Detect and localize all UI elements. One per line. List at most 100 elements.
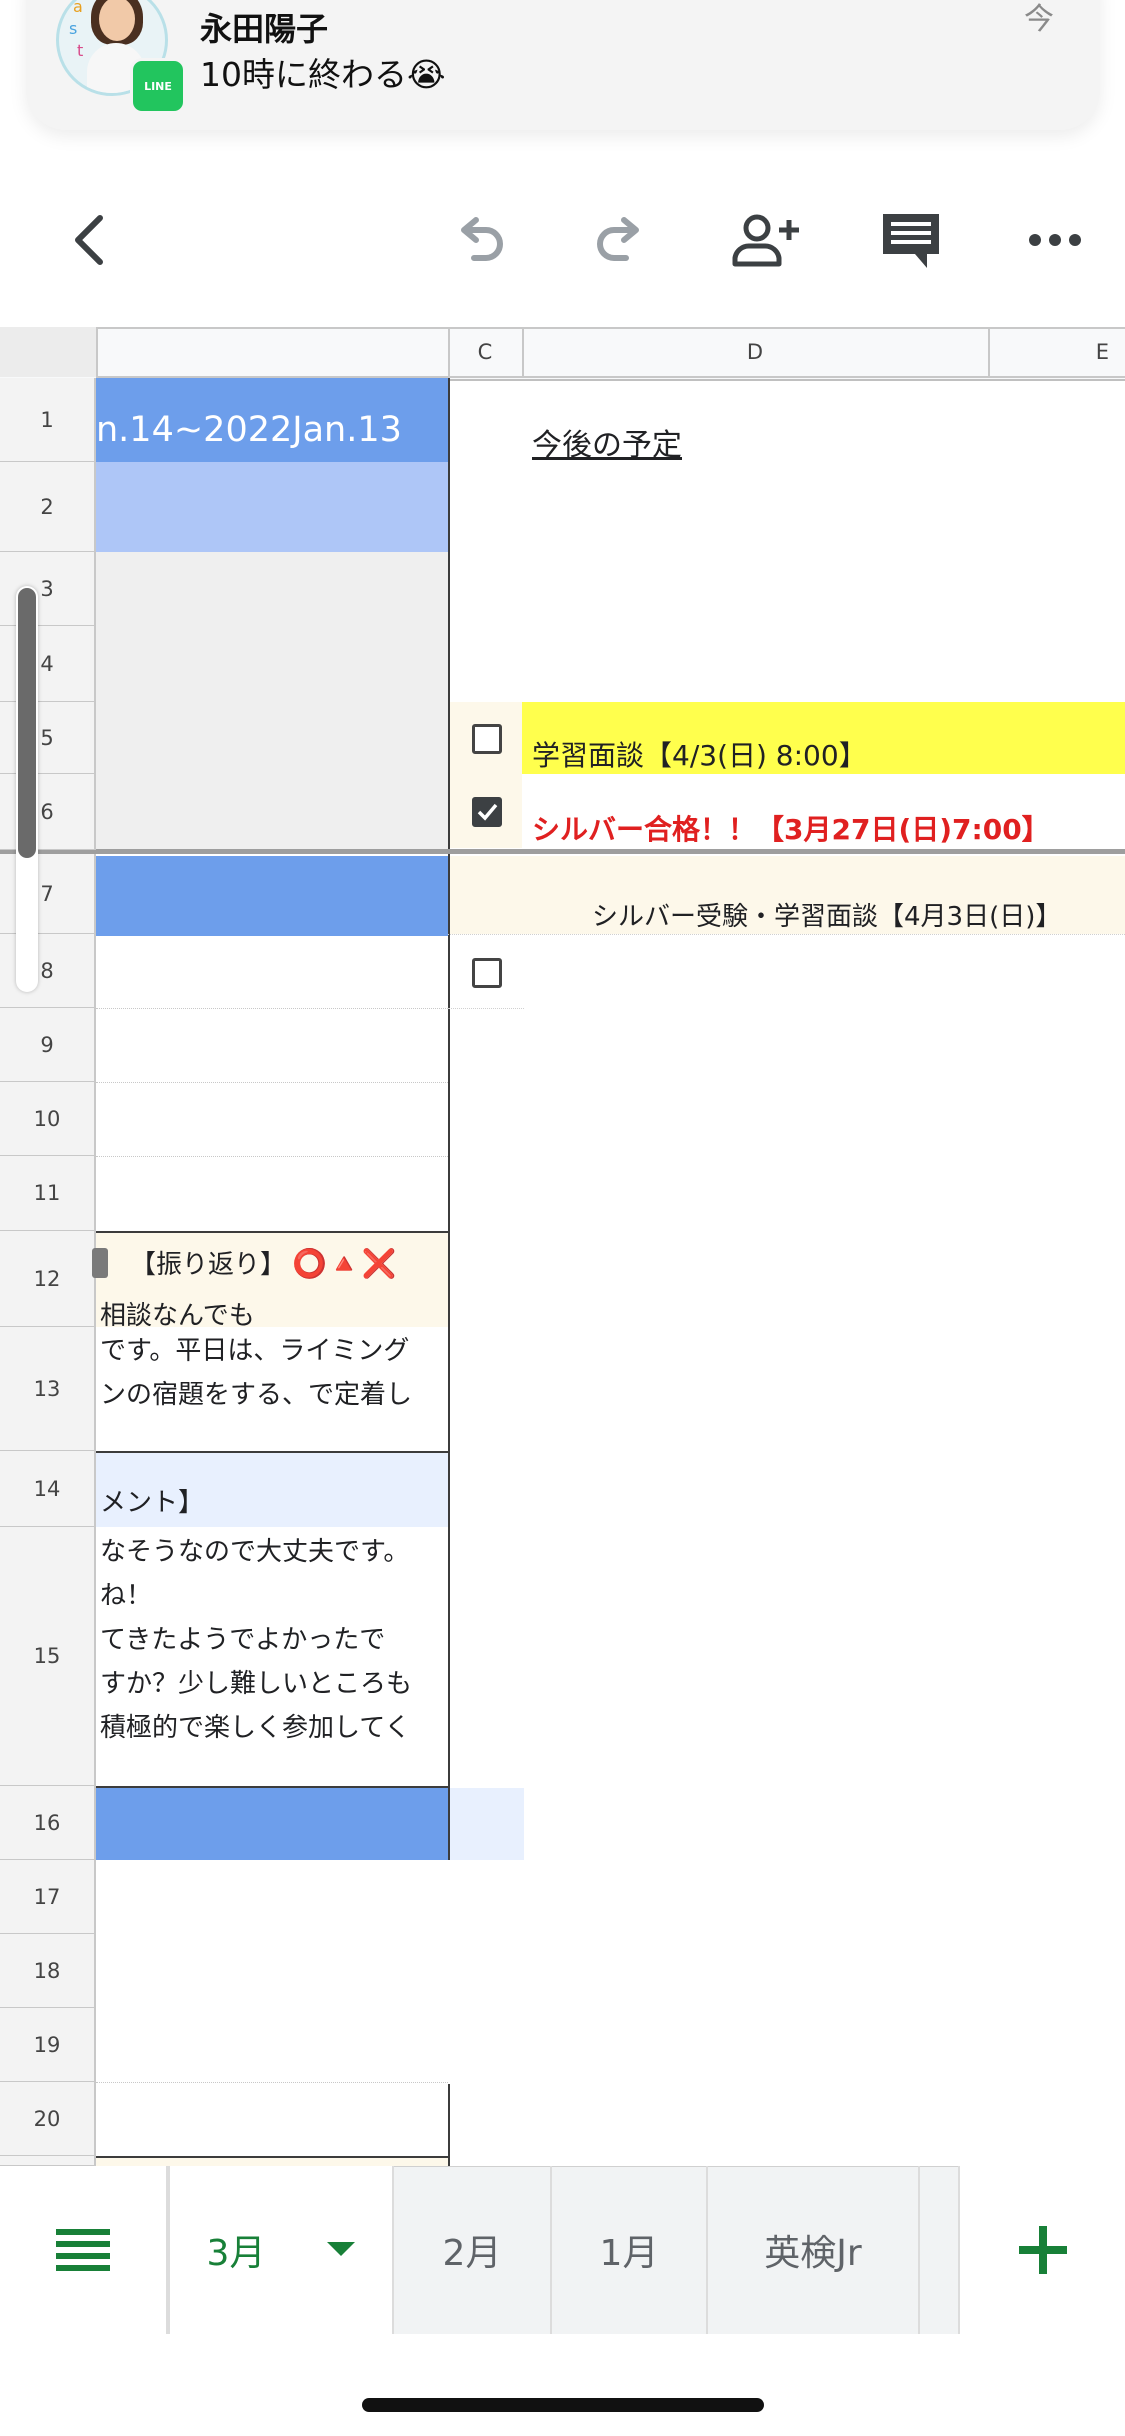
plus-icon xyxy=(1018,2226,1067,2274)
share-button[interactable] xyxy=(722,200,812,280)
notification-sender: 永田陽子 xyxy=(200,10,329,48)
cell-b15-line: すか？少し難しいところも xyxy=(100,1669,413,1699)
grid-line xyxy=(96,1082,448,1083)
sheet-tab-label: 3月 xyxy=(206,2233,266,2274)
cell-b3-b6-bg xyxy=(96,552,448,850)
cell-d5[interactable]: 学習面談【4/3(日) 8:00】 xyxy=(532,734,867,774)
cell-c16-bg xyxy=(448,1788,524,1860)
notification-banner[interactable] xyxy=(26,0,1100,130)
grid-line xyxy=(96,2082,448,2083)
grid-line xyxy=(448,1008,524,1009)
grid-border xyxy=(96,1451,448,1453)
grid-border xyxy=(96,2156,448,2158)
cell-b1[interactable]: n.14~2022Jan.13 xyxy=(96,410,448,456)
comment-icon xyxy=(883,214,939,268)
select-all-corner[interactable] xyxy=(0,327,98,377)
grid-border xyxy=(96,1786,448,1788)
cell-b12-line2[interactable]: 相談なんでも xyxy=(96,1295,448,1329)
row-number[interactable]: 5 xyxy=(0,702,96,774)
all-sheets-button[interactable] xyxy=(0,2166,168,2334)
grid-line xyxy=(96,1156,448,1157)
line-app-badge: LINE xyxy=(130,58,186,114)
home-indicator-area xyxy=(0,2334,1125,2436)
chevron-left-icon xyxy=(75,215,103,265)
cell-b16-bg xyxy=(96,1788,448,1860)
grid-line xyxy=(96,1008,448,1009)
back-button[interactable] xyxy=(50,200,130,280)
undo-button[interactable] xyxy=(440,200,520,280)
row-number[interactable]: 15 xyxy=(0,1527,96,1786)
row-number[interactable]: 3 xyxy=(0,552,96,626)
row-number[interactable]: 16 xyxy=(0,1786,96,1860)
checkbox-c8[interactable] xyxy=(472,958,502,988)
column-header-c[interactable]: C xyxy=(448,327,524,377)
redo-icon xyxy=(597,217,639,261)
cell-b14[interactable]: メント】 xyxy=(96,1482,448,1518)
cell-b13-line2[interactable]: ンの宿題をする、で定着し xyxy=(96,1374,448,1410)
notification-message: 10時に終わる😭 xyxy=(200,55,446,94)
caret-down-icon[interactable] xyxy=(327,2242,356,2258)
cell-b12-marks: ⭕🔺❌ xyxy=(292,1247,397,1280)
row-number[interactable]: 12 xyxy=(0,1231,96,1327)
row-number[interactable]: 2 xyxy=(0,462,96,552)
row-number[interactable]: 8 xyxy=(0,934,96,1008)
add-person-icon xyxy=(732,214,799,267)
checkmark-icon xyxy=(477,803,498,821)
row-number[interactable]: 19 xyxy=(0,2008,96,2082)
cell-b15-line: 積極的で楽しく参加してく xyxy=(100,1713,411,1743)
sheet-tab-label: 2月 xyxy=(442,2233,502,2274)
row-number[interactable]: 13 xyxy=(0,1327,96,1451)
scrollbar-thumb[interactable] xyxy=(18,588,36,858)
add-sheet-button[interactable] xyxy=(958,2166,1125,2334)
row-number[interactable]: 20 xyxy=(0,2082,96,2156)
sheet-tab-label: 1月 xyxy=(599,2233,659,2274)
row-number[interactable]: 17 xyxy=(0,1860,96,1934)
cell-b12[interactable]: 【振り返り】 ⭕🔺❌ xyxy=(96,1244,448,1286)
grid-border-b-c xyxy=(448,2084,450,2166)
row-number[interactable]: 4 xyxy=(0,626,96,702)
sheet-tab[interactable]: 1月 xyxy=(552,2166,708,2334)
grid-border xyxy=(96,1231,448,1233)
sheet-tab-active[interactable]: 3月 xyxy=(168,2166,394,2334)
row-number[interactable]: 6 xyxy=(0,774,96,850)
cell-b15-line: てきたようでよかったで xyxy=(100,1625,386,1655)
cell-d7[interactable]: シルバー受験・学習面談【4月3日(日)】 xyxy=(592,896,1061,933)
sheet-tab[interactable]: 2月 xyxy=(394,2166,552,2334)
cell-b13-line1[interactable]: です。平日は、ライミング xyxy=(96,1330,448,1366)
sheet-tab-label: 英検Jr xyxy=(764,2233,862,2274)
column-header-b[interactable] xyxy=(96,327,450,377)
cell-d6[interactable]: シルバー合格！！【3月27日(日)7:00】 xyxy=(532,808,1050,848)
cell-b12-overflow-icon xyxy=(92,1248,108,1278)
cell-b15-line: ね！ xyxy=(100,1581,153,1611)
grid-line xyxy=(448,934,1125,935)
grid-border-b-c xyxy=(448,378,450,1860)
row-number[interactable]: 9 xyxy=(0,1008,96,1082)
row-number[interactable]: 7 xyxy=(0,854,96,934)
checkbox-c6[interactable] xyxy=(472,797,502,827)
column-header-d[interactable]: D xyxy=(522,327,990,377)
cell-b15[interactable]: なそうなので大丈夫です。 ね！ てきたようでよかったで すか？少し難しいところも… xyxy=(96,1530,448,1780)
cell-d1[interactable]: 今後の予定 xyxy=(532,420,682,464)
all-sheets-icon xyxy=(56,2229,110,2271)
cell-b15-line: なそうなので大丈夫です。 xyxy=(100,1537,410,1567)
frozen-rows-divider[interactable] xyxy=(0,849,1125,854)
column-header-e[interactable]: E xyxy=(988,327,1125,377)
cell-b12-label: 【振り返り】 xyxy=(130,1250,287,1280)
more-button[interactable] xyxy=(1010,200,1100,280)
row-number[interactable]: 1 xyxy=(0,378,96,462)
cell-b7-bg xyxy=(96,856,448,936)
sheet-tab[interactable]: 英検Jr xyxy=(708,2166,920,2334)
row-number[interactable]: 18 xyxy=(0,1934,96,2008)
notification-time: 今 xyxy=(1024,2,1054,37)
row-number[interactable]: 14 xyxy=(0,1451,96,1527)
grid-line xyxy=(96,376,1125,378)
row-number[interactable]: 11 xyxy=(0,1156,96,1231)
checkbox-c5[interactable] xyxy=(472,724,502,754)
row-number[interactable]: 10 xyxy=(0,1082,96,1156)
redo-button[interactable] xyxy=(580,200,660,280)
row-number-partial xyxy=(0,2156,96,2166)
comment-button[interactable] xyxy=(866,200,956,280)
more-horizontal-icon xyxy=(1029,234,1081,246)
undo-icon xyxy=(461,217,503,261)
home-indicator[interactable] xyxy=(362,2398,764,2412)
